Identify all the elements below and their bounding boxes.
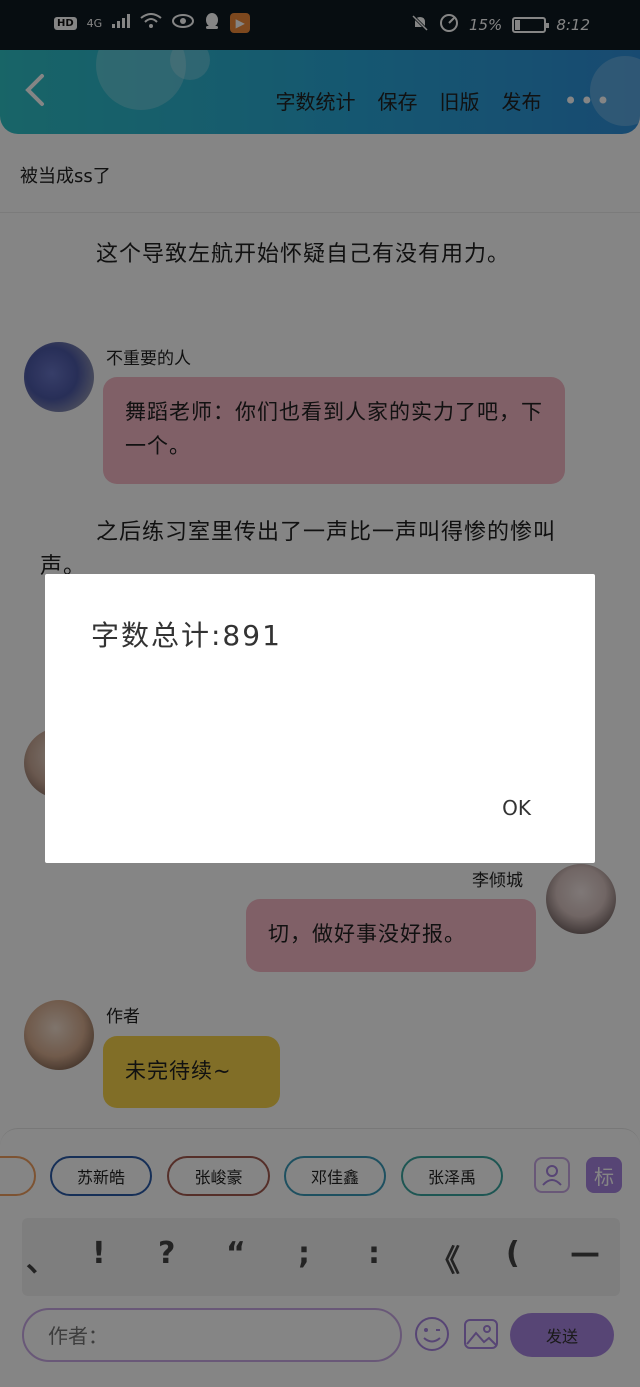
word-count-message: 字数总计:891: [91, 619, 282, 652]
word-count-dialog: 字数总计:891 OK: [45, 574, 595, 863]
ok-button[interactable]: OK: [502, 796, 531, 820]
